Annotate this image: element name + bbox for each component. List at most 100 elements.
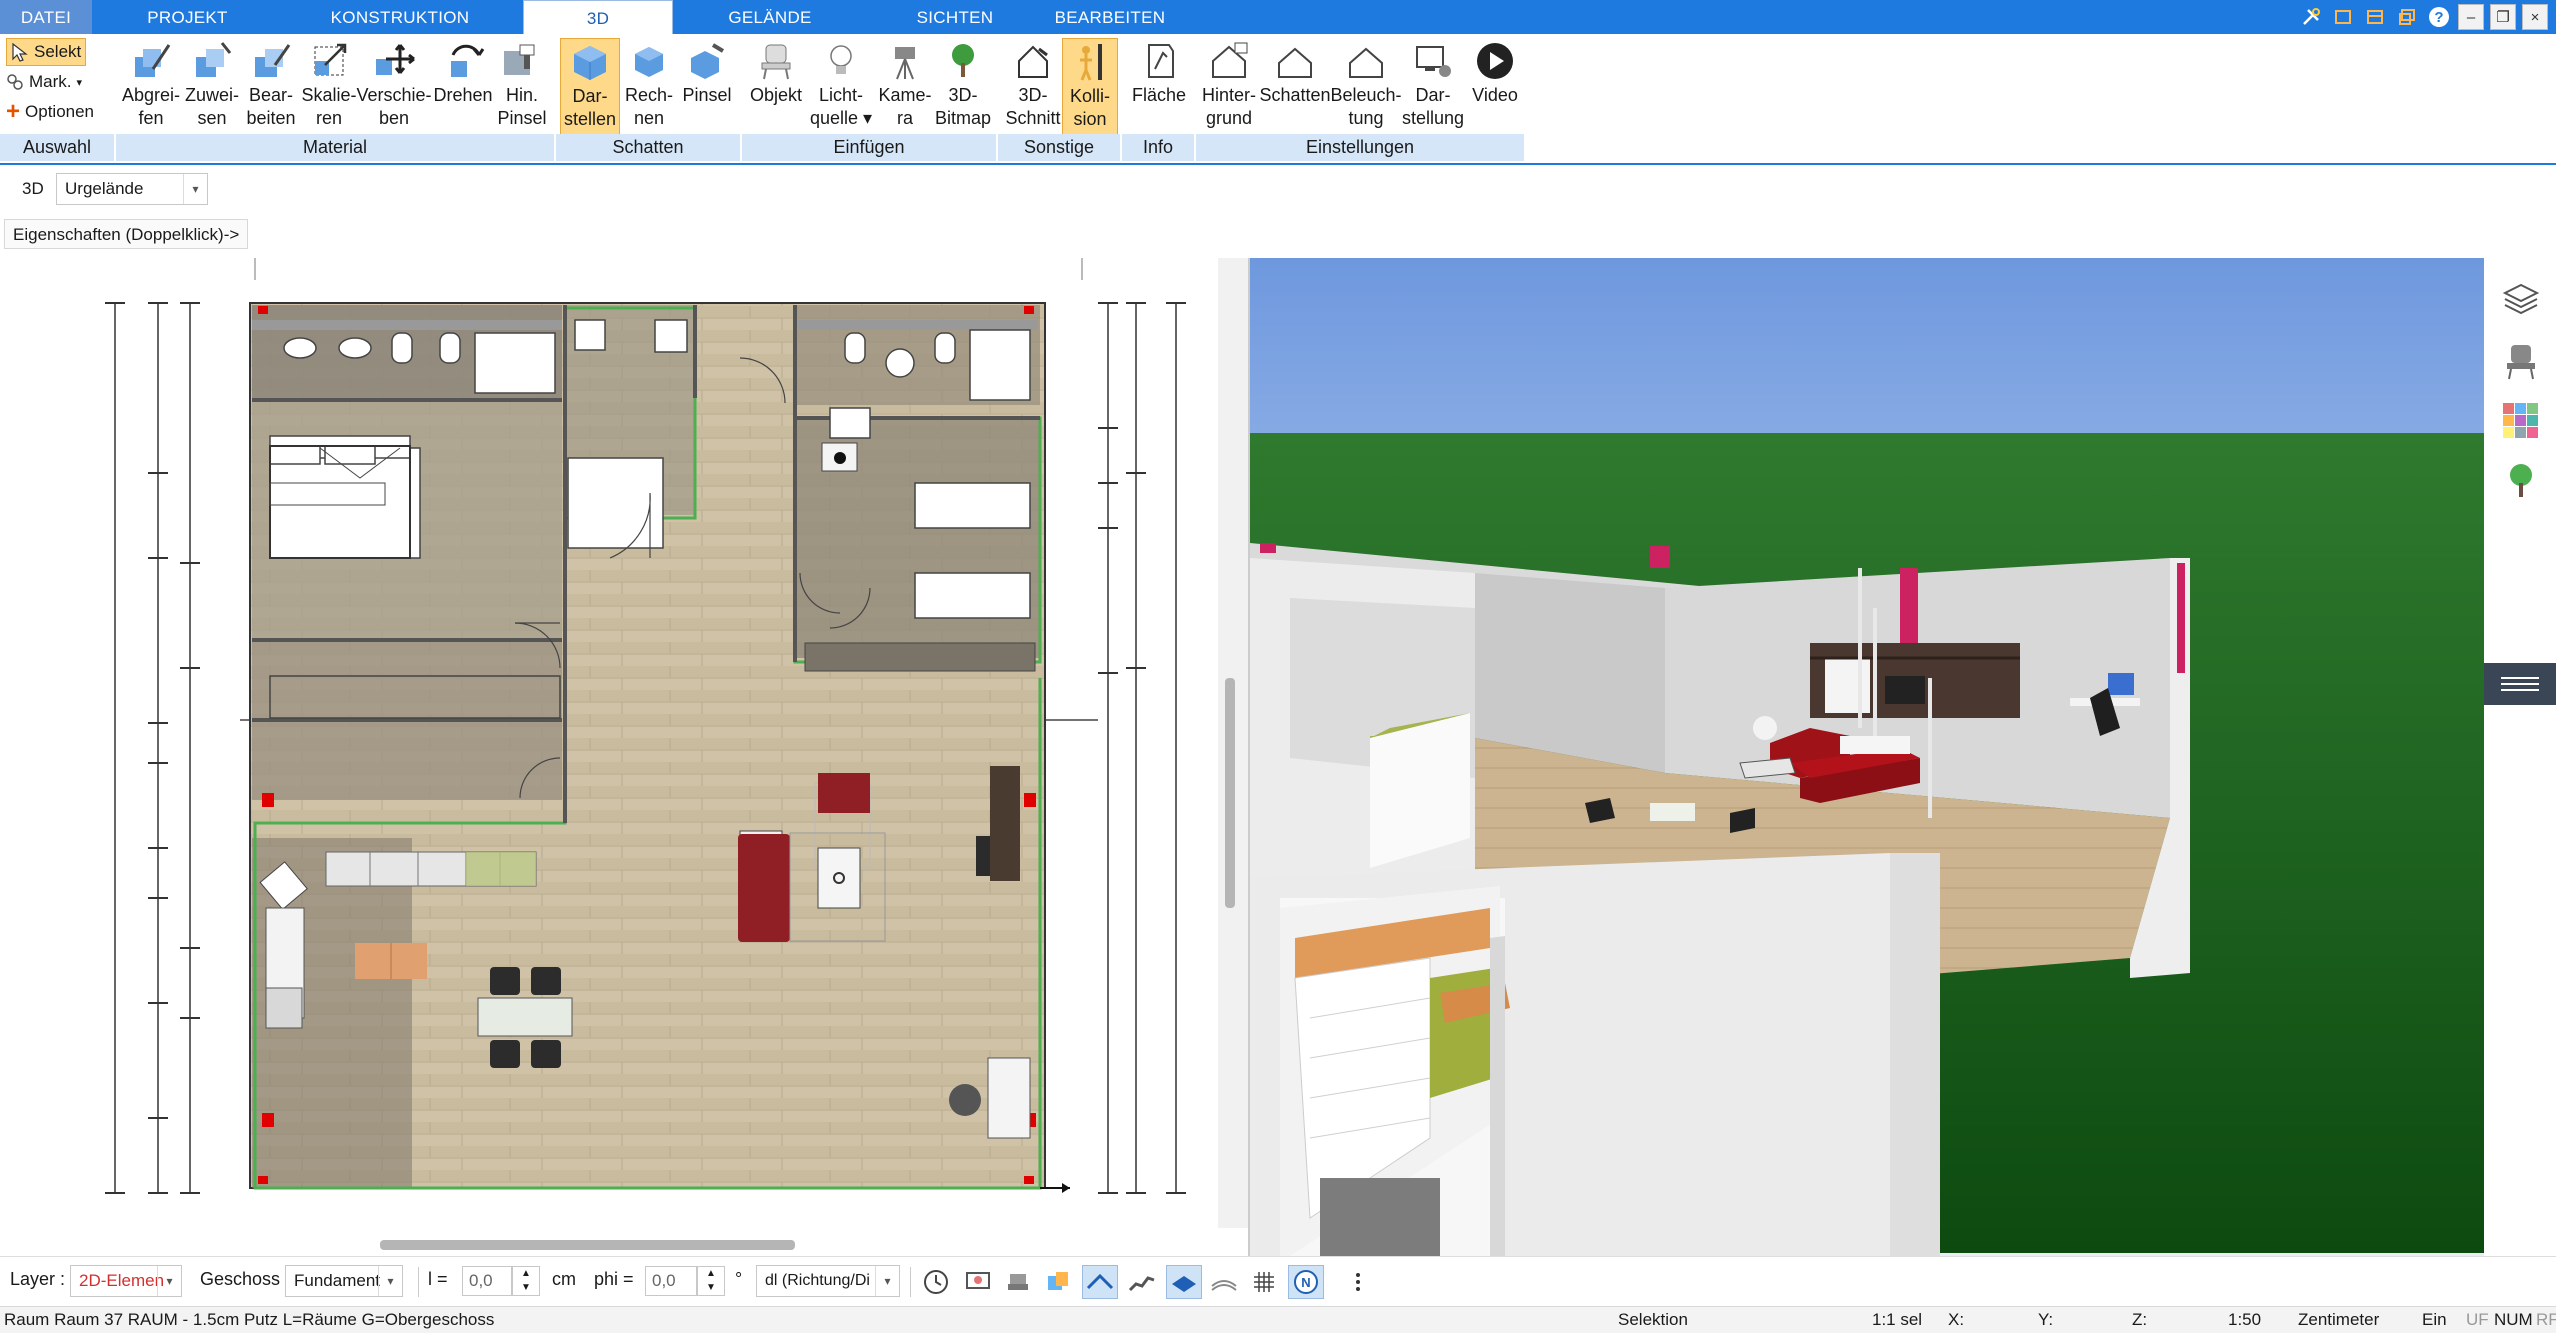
insert-light-button[interactable]: Licht- quelle ▾ xyxy=(808,38,874,130)
minimize-button[interactable]: – xyxy=(2458,4,2484,30)
section-label-2: Schnitt xyxy=(1005,108,1061,128)
status-bar: Raum Raum 37 RAUM - 1.5cm Putz L=Räume G… xyxy=(0,1306,2556,1333)
slab-icon[interactable] xyxy=(1166,1265,1202,1299)
close-button[interactable]: × xyxy=(2522,4,2548,30)
layer-value: 2D-Elemen xyxy=(79,1271,165,1290)
length-stepper[interactable]: ▲ ▼ xyxy=(512,1266,540,1296)
shadow-display-button[interactable]: Dar- stellen xyxy=(560,38,620,136)
background-button[interactable]: Hinter- grund xyxy=(1196,38,1262,130)
terrain-select[interactable]: Urgelände ▾ xyxy=(56,173,208,205)
plants-icon[interactable] xyxy=(2498,458,2544,504)
chair-library-icon[interactable] xyxy=(2498,338,2544,384)
scale-icon xyxy=(304,38,354,84)
collision-button[interactable]: Kolli- sion xyxy=(1062,38,1118,136)
window-layout-icon[interactable] xyxy=(2330,4,2356,30)
chevron-down-icon: ▾ xyxy=(157,1266,181,1296)
help-icon[interactable]: ? xyxy=(2426,4,2452,30)
restore-button[interactable]: ❐ xyxy=(2490,4,2516,30)
svg-text:?: ? xyxy=(2434,9,2443,26)
pick-material-label-1: Abgrei- xyxy=(121,85,181,105)
direction-select[interactable]: dl (Richtung/Di ▾ xyxy=(756,1265,900,1297)
brush-button[interactable]: Hin. Pinsel xyxy=(490,38,554,130)
select-arrow-icon xyxy=(12,42,28,62)
north-icon[interactable]: N xyxy=(1288,1265,1324,1299)
scale-material-button[interactable]: Skalie- ren xyxy=(296,38,362,130)
area-button[interactable]: Fläche xyxy=(1126,38,1192,107)
tab-sichten[interactable]: SICHTEN xyxy=(890,0,1020,34)
phi-input[interactable] xyxy=(645,1266,697,1296)
collision-label-2: sion xyxy=(1073,109,1107,129)
floor-plan-drawing xyxy=(105,258,1186,1194)
tab-3d[interactable]: 3D xyxy=(523,0,673,35)
insert-bitmap-button[interactable]: 3D- Bitmap xyxy=(930,38,996,130)
grid-icon[interactable] xyxy=(1246,1265,1282,1299)
lighting-button[interactable]: Beleuch- tung xyxy=(1330,38,1402,130)
tab-projekt[interactable]: PROJEKT xyxy=(120,0,255,34)
assign-material-label-2: sen xyxy=(197,108,227,128)
plan-horizontal-scrollbar[interactable] xyxy=(0,1228,1218,1256)
phi-stepper[interactable]: ▲ ▼ xyxy=(697,1266,725,1296)
floor-plan-view[interactable] xyxy=(0,258,1218,1228)
roof-icon[interactable] xyxy=(1082,1265,1118,1299)
select-button[interactable]: Selekt xyxy=(6,38,87,66)
insert-camera-button[interactable]: Kame- ra xyxy=(872,38,938,130)
toolbar-divider xyxy=(910,1267,911,1297)
screen-icon[interactable] xyxy=(960,1265,996,1299)
materials-icon[interactable] xyxy=(2498,398,2544,444)
window-controls: ? – ❐ × xyxy=(2298,0,2556,34)
window-list-icon[interactable] xyxy=(2362,4,2388,30)
insert-object-button[interactable]: Objekt xyxy=(744,38,808,107)
status-mode: Selektion xyxy=(1618,1310,1688,1329)
tab-bearbeiten[interactable]: BEARBEITEN xyxy=(1040,0,1180,34)
layer-select[interactable]: 2D-Elemen ▾ xyxy=(70,1265,182,1297)
mark-button[interactable]: Mark. ▾ xyxy=(6,68,82,96)
video-button[interactable]: Video xyxy=(1464,38,1526,107)
display-cube-icon xyxy=(565,39,615,85)
tab-konstruktion[interactable]: KONSTRUKTION xyxy=(310,0,490,34)
section-button[interactable]: 3D- Schnitt xyxy=(1002,38,1064,130)
edit-material-button[interactable]: Bear- beiten xyxy=(238,38,304,130)
furniture-icon[interactable] xyxy=(1000,1265,1036,1299)
background-label-2: grund xyxy=(1205,108,1253,128)
phi-label: phi = xyxy=(594,1269,634,1289)
length-input[interactable] xyxy=(462,1266,512,1296)
section-label-1: 3D- xyxy=(1018,85,1048,105)
shadow-brush-button[interactable]: Pinsel xyxy=(676,38,738,107)
tab-gelaende[interactable]: GELÄNDE xyxy=(700,0,840,34)
tab-datei[interactable]: DATEI xyxy=(0,0,92,34)
properties-hint[interactable]: Eigenschaften (Doppelklick)-> xyxy=(4,219,249,249)
group-sonstige: Sonstige xyxy=(998,134,1122,161)
panel-handle[interactable] xyxy=(2484,663,2556,705)
window-float-icon[interactable] xyxy=(2394,4,2420,30)
video-label: Video xyxy=(1472,85,1518,105)
shadow-calculate-button[interactable]: Rech- nen xyxy=(618,38,680,130)
more-options-icon[interactable] xyxy=(1340,1265,1376,1299)
length-unit: cm xyxy=(552,1269,576,1289)
tools-icon[interactable] xyxy=(2298,4,2324,30)
move-material-button[interactable]: Verschie- ben xyxy=(354,38,434,130)
assign-material-button[interactable]: Zuwei- sen xyxy=(180,38,244,130)
status-scale: 1:50 xyxy=(2228,1310,2262,1329)
plan-vertical-scrollbar[interactable] xyxy=(1218,258,1248,1228)
hscroll-thumb[interactable] xyxy=(380,1240,795,1250)
insert-light-label-2: quelle ▾ xyxy=(809,108,873,128)
3d-view[interactable] xyxy=(1248,258,2484,1256)
display-settings-button[interactable]: Dar- stellung xyxy=(1398,38,1468,130)
group-auswahl: Auswahl xyxy=(0,134,116,161)
stairs-icon[interactable] xyxy=(1124,1265,1160,1299)
layers-icon[interactable] xyxy=(2498,278,2544,324)
terrain-icon[interactable] xyxy=(1206,1265,1242,1299)
rotate-material-button[interactable]: Drehen xyxy=(428,38,498,107)
objects-icon[interactable] xyxy=(1040,1265,1076,1299)
insert-bitmap-label-1: 3D- xyxy=(948,85,978,105)
pick-material-button[interactable]: Abgrei- fen xyxy=(118,38,184,130)
shadow-brush-icon xyxy=(682,38,732,84)
right-sidebar xyxy=(2484,258,2556,1256)
geschoss-select[interactable]: Fundament ▾ xyxy=(285,1265,403,1297)
options-button[interactable]: + Optionen xyxy=(6,98,94,126)
shadow-settings-button[interactable]: Schatten xyxy=(1258,38,1332,107)
mark-label: Mark. xyxy=(29,72,72,91)
collision-label-1: Kolli- xyxy=(1069,86,1110,106)
scroll-thumb[interactable] xyxy=(1225,678,1235,908)
clock-icon[interactable] xyxy=(918,1265,954,1299)
